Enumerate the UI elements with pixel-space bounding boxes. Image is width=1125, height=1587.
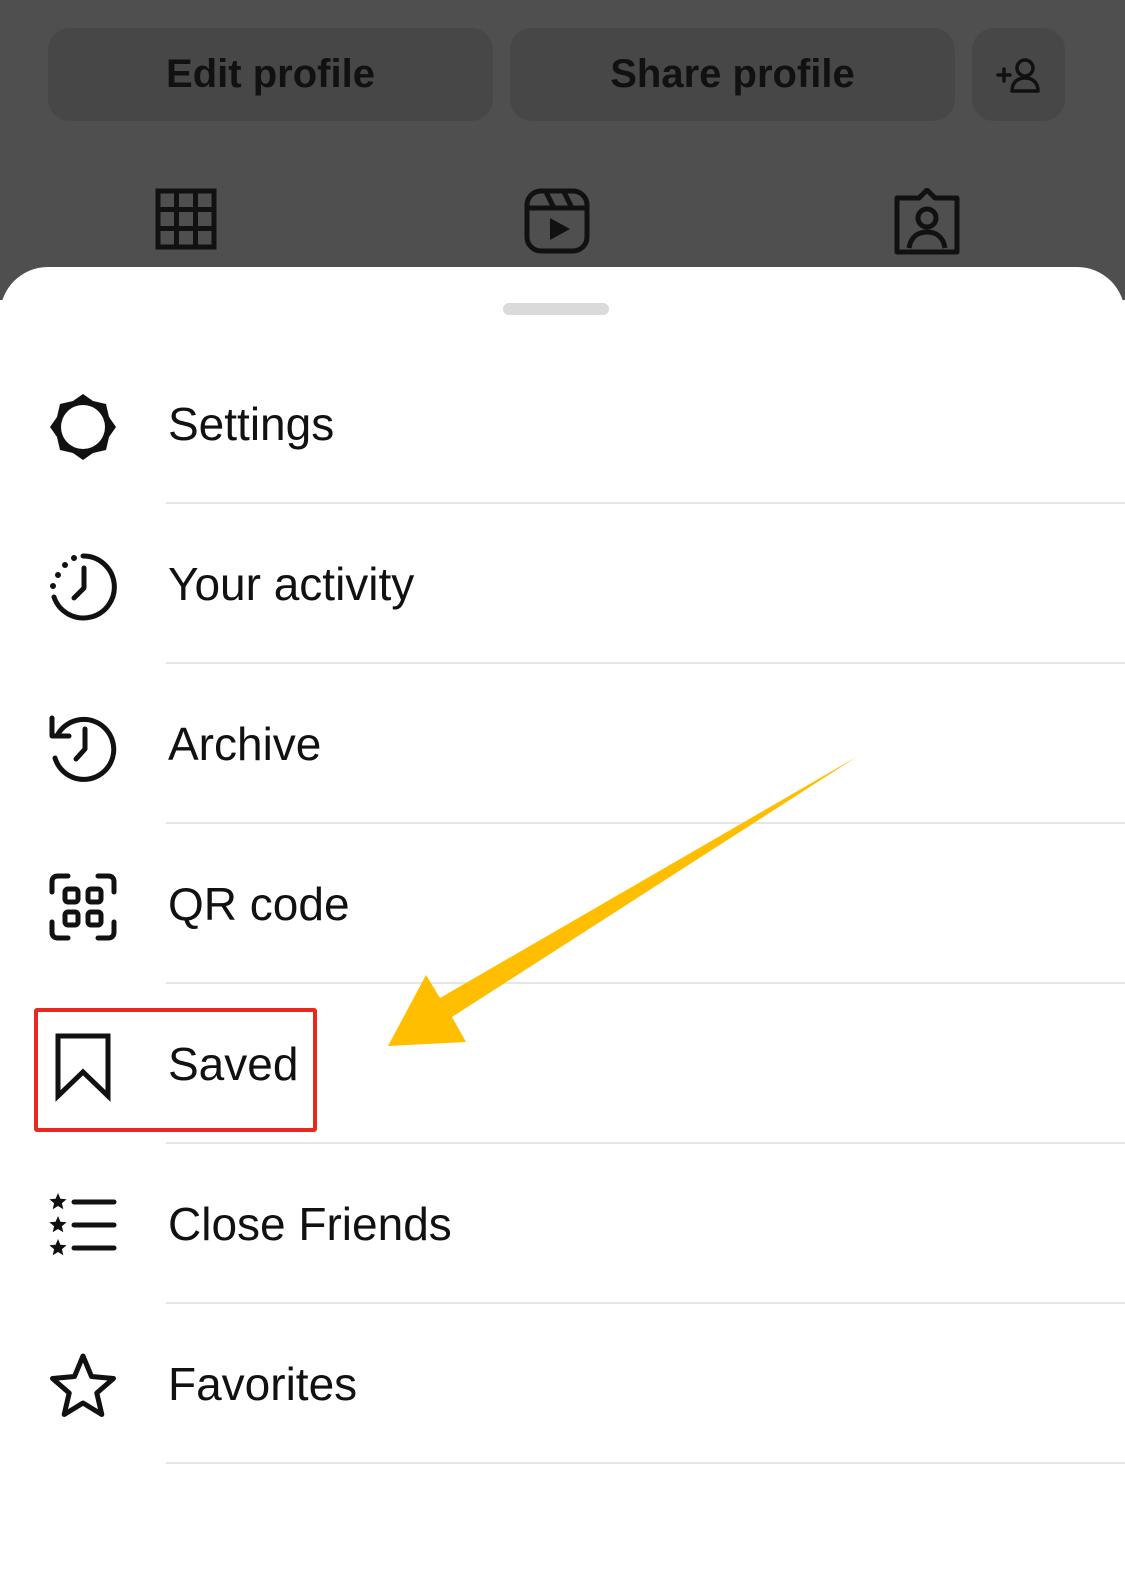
pointer-arrow bbox=[388, 756, 858, 1046]
